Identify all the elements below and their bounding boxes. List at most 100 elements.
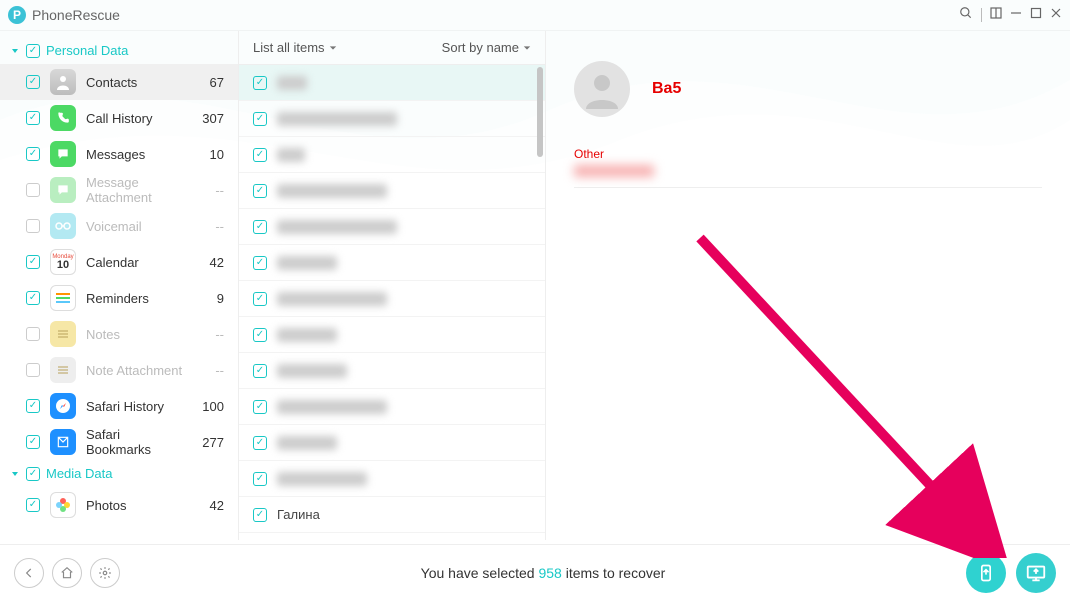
sidebar-item-contacts[interactable]: Contacts67	[0, 64, 238, 100]
item-checkbox[interactable]	[26, 255, 40, 269]
window-layout-icon[interactable]	[990, 6, 1002, 24]
bookmark-icon	[50, 429, 76, 455]
item-checkbox[interactable]	[26, 219, 40, 233]
item-checkbox[interactable]	[26, 399, 40, 413]
list-item[interactable]	[239, 245, 545, 281]
row-checkbox[interactable]	[253, 112, 267, 126]
list-item[interactable]	[239, 461, 545, 497]
row-checkbox[interactable]	[253, 184, 267, 198]
row-checkbox[interactable]	[253, 400, 267, 414]
filter-label: List all items	[253, 40, 325, 55]
sidebar-item-call[interactable]: Call History307	[0, 100, 238, 136]
item-checkbox[interactable]	[26, 435, 40, 449]
close-icon[interactable]	[1050, 6, 1062, 24]
list-item[interactable]	[239, 101, 545, 137]
section-personal-data[interactable]: Personal Data	[0, 37, 238, 64]
item-checkbox[interactable]	[26, 363, 40, 377]
minimize-icon[interactable]	[1010, 6, 1022, 24]
row-checkbox[interactable]	[253, 436, 267, 450]
back-button[interactable]	[14, 558, 44, 588]
sort-dropdown[interactable]: Sort by name	[442, 40, 531, 55]
item-count: 42	[194, 498, 228, 513]
row-checkbox[interactable]	[253, 256, 267, 270]
filter-dropdown[interactable]: List all items	[253, 40, 337, 55]
item-count: 277	[194, 435, 228, 450]
row-checkbox[interactable]	[253, 472, 267, 486]
item-checkbox[interactable]	[26, 111, 40, 125]
item-label: Note Attachment	[86, 363, 184, 378]
noteatt-icon	[50, 357, 76, 383]
footer-message: You have selected 958 items to recover	[120, 565, 966, 581]
maximize-icon[interactable]	[1030, 6, 1042, 24]
sidebar-item-cal[interactable]: Monday10Calendar42	[0, 244, 238, 280]
recover-to-computer-button[interactable]	[1016, 553, 1056, 593]
item-list[interactable]: Галина	[239, 65, 545, 540]
item-checkbox[interactable]	[26, 327, 40, 341]
item-list-panel: List all items Sort by name Галина	[238, 31, 546, 540]
row-checkbox[interactable]	[253, 364, 267, 378]
scrollbar-thumb[interactable]	[537, 67, 543, 157]
list-item[interactable]	[239, 209, 545, 245]
item-checkbox[interactable]	[26, 291, 40, 305]
item-checkbox[interactable]	[26, 75, 40, 89]
recover-to-device-button[interactable]	[966, 553, 1006, 593]
home-button[interactable]	[52, 558, 82, 588]
sidebar-item-notes: Notes --	[0, 316, 238, 352]
list-item[interactable]: Галина	[239, 497, 545, 533]
item-count: 10	[194, 147, 228, 162]
list-item[interactable]	[239, 353, 545, 389]
item-count: --	[194, 327, 228, 342]
item-label: Safari Bookmarks	[86, 427, 184, 457]
selected-count: 958	[538, 565, 561, 581]
row-checkbox[interactable]	[253, 220, 267, 234]
call-icon	[50, 105, 76, 131]
field-value-redacted	[574, 165, 654, 177]
detail-panel: Ba5 Other	[546, 31, 1070, 540]
sidebar-item-safari[interactable]: Safari History100	[0, 388, 238, 424]
contact-field: Other	[574, 137, 1042, 188]
section-checkbox[interactable]	[26, 44, 40, 58]
row-checkbox[interactable]	[253, 508, 267, 522]
row-checkbox[interactable]	[253, 328, 267, 342]
item-count: 307	[194, 111, 228, 126]
item-label: Messages	[86, 147, 184, 162]
field-label: Other	[574, 147, 1042, 161]
item-label: Photos	[86, 498, 184, 513]
item-count: --	[194, 183, 228, 198]
item-checkbox[interactable]	[26, 147, 40, 161]
row-text-redacted	[277, 220, 397, 234]
sidebar-item-msgatt: Message Attachment--	[0, 172, 238, 208]
titlebar: P PhoneRescue	[0, 0, 1070, 30]
sidebar-item-bookmark[interactable]: Safari Bookmarks 277	[0, 424, 238, 460]
sidebar-item-rem[interactable]: Reminders9	[0, 280, 238, 316]
footer: You have selected 958 items to recover	[0, 544, 1070, 600]
item-checkbox[interactable]	[26, 498, 40, 512]
app-title: PhoneRescue	[32, 7, 120, 23]
voice-icon	[50, 213, 76, 239]
item-label: Voicemail	[86, 219, 184, 234]
list-item[interactable]	[239, 65, 545, 101]
row-checkbox[interactable]	[253, 148, 267, 162]
row-checkbox[interactable]	[253, 76, 267, 90]
item-label: Notes	[86, 327, 184, 342]
item-count: --	[194, 219, 228, 234]
list-item[interactable]	[239, 281, 545, 317]
row-text-redacted	[277, 400, 387, 414]
msgatt-icon	[50, 177, 76, 203]
row-text: Галина	[277, 507, 320, 522]
settings-button[interactable]	[90, 558, 120, 588]
list-item[interactable]	[239, 389, 545, 425]
list-item[interactable]	[239, 137, 545, 173]
list-item[interactable]	[239, 173, 545, 209]
item-count: 9	[194, 291, 228, 306]
list-item[interactable]	[239, 317, 545, 353]
app-logo-icon: P	[8, 6, 26, 24]
sidebar-item-msg[interactable]: Messages 10	[0, 136, 238, 172]
section-media-data[interactable]: Media Data	[0, 460, 238, 487]
item-checkbox[interactable]	[26, 183, 40, 197]
sidebar-item-photos[interactable]: Photos 42	[0, 487, 238, 523]
section-checkbox[interactable]	[26, 467, 40, 481]
row-checkbox[interactable]	[253, 292, 267, 306]
search-icon[interactable]	[959, 6, 973, 25]
list-item[interactable]	[239, 425, 545, 461]
